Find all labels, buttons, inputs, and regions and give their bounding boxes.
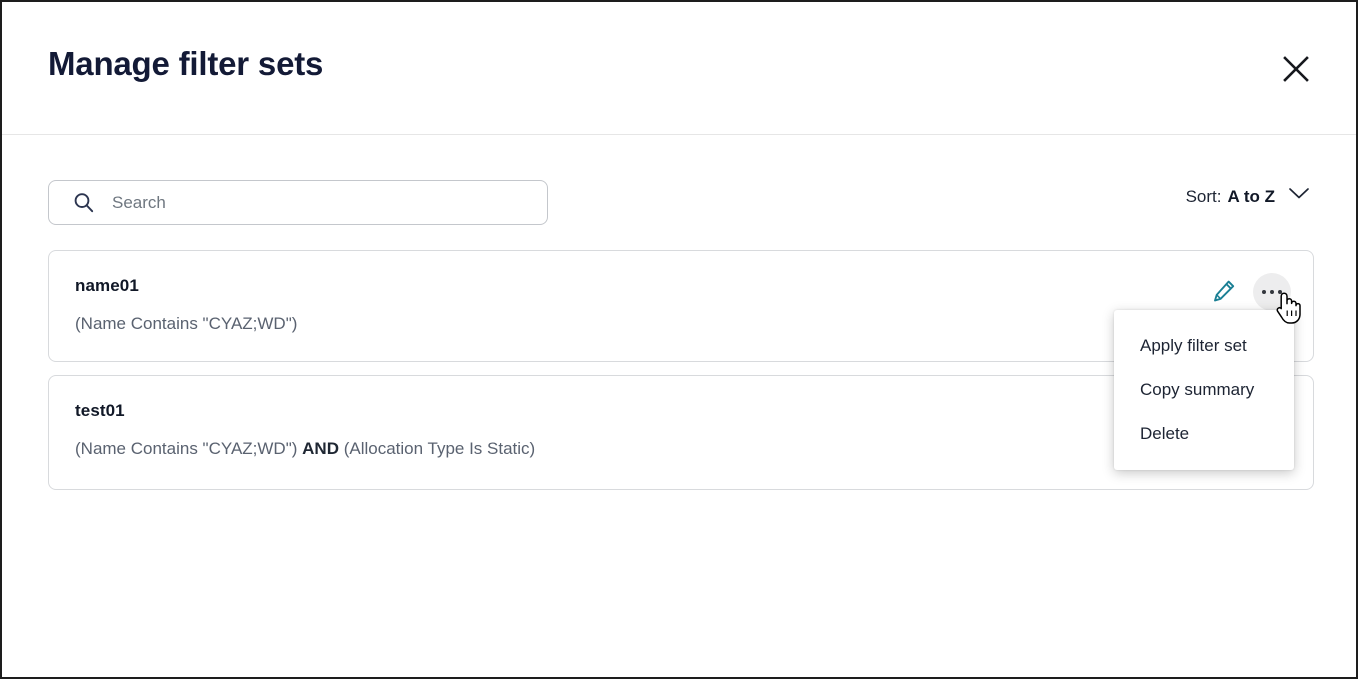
close-button[interactable]	[1274, 47, 1318, 91]
sort-value: A to Z	[1227, 187, 1275, 207]
sort-label: Sort:	[1186, 187, 1222, 207]
search-box[interactable]	[48, 180, 548, 225]
dialog-header: Manage filter sets	[2, 2, 1356, 135]
more-horizontal-icon	[1262, 290, 1282, 294]
summary-operator: AND	[302, 439, 339, 458]
filter-set-context-menu: Apply filter set Copy summary Delete	[1114, 310, 1294, 470]
edit-filter-set-button[interactable]	[1205, 273, 1243, 311]
card-actions	[1205, 273, 1291, 311]
close-icon	[1281, 54, 1311, 84]
filter-set-summary: (Name Contains "CYAZ;WD")	[75, 313, 1287, 335]
summary-condition: (Allocation Type Is Static)	[344, 439, 536, 458]
summary-condition: (Name Contains "CYAZ;WD")	[75, 439, 297, 458]
filter-set-name: name01	[75, 275, 1287, 297]
summary-condition: (Name Contains "CYAZ;WD")	[75, 314, 297, 333]
filter-set-name: test01	[75, 400, 1287, 422]
menu-item-copy-summary[interactable]: Copy summary	[1114, 368, 1294, 412]
manage-filter-sets-dialog: Manage filter sets Sort: A to Z	[0, 0, 1358, 679]
pencil-icon	[1212, 278, 1237, 306]
list-toolbar: Sort: A to Z	[2, 135, 1356, 245]
more-options-button[interactable]	[1253, 273, 1291, 311]
search-input[interactable]	[112, 193, 531, 213]
sort-control[interactable]: Sort: A to Z	[1186, 187, 1310, 207]
menu-item-delete[interactable]: Delete	[1114, 412, 1294, 456]
filter-set-summary: (Name Contains "CYAZ;WD") AND (Allocatio…	[75, 438, 1287, 460]
search-icon	[72, 191, 96, 215]
menu-item-apply-filter-set[interactable]: Apply filter set	[1114, 324, 1294, 368]
chevron-down-icon	[1288, 186, 1310, 200]
page-title: Manage filter sets	[48, 42, 323, 86]
